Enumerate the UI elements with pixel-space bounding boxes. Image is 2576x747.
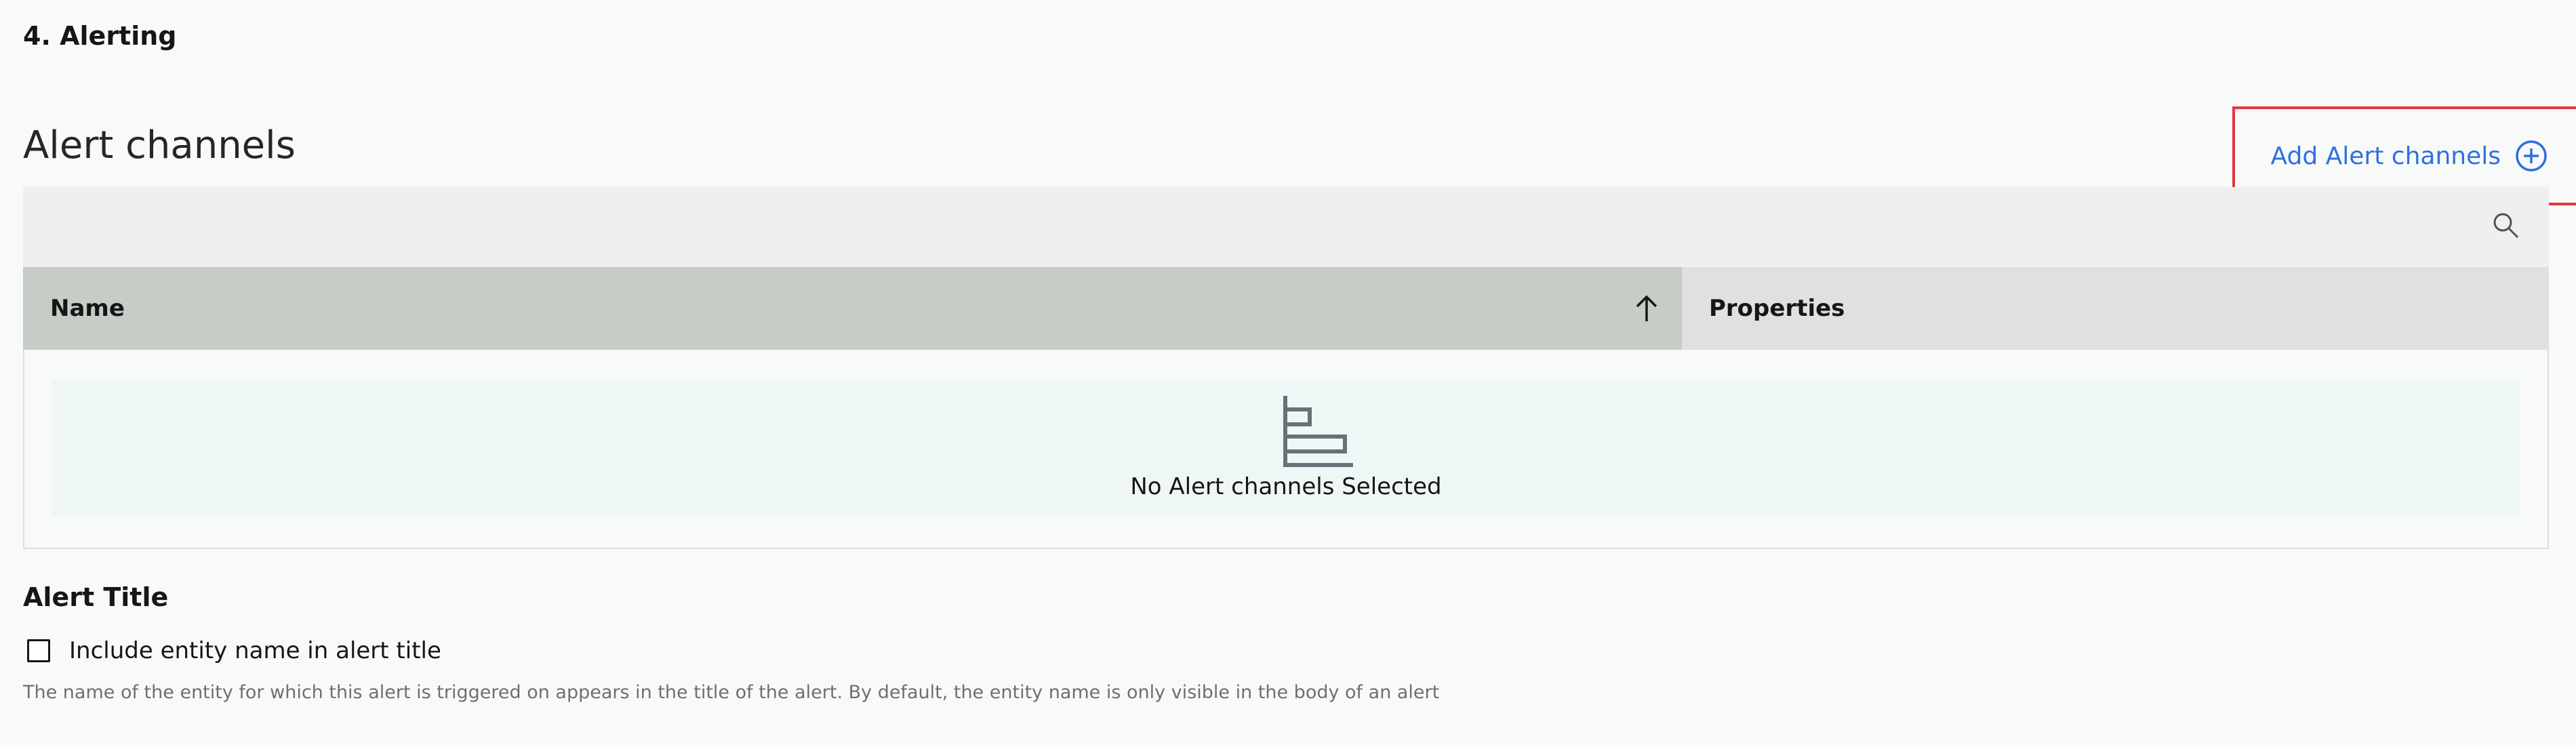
empty-state: No Alert channels Selected: [52, 381, 2520, 517]
alert-channels-heading: Alert channels: [23, 123, 296, 167]
empty-state-text: No Alert channels Selected: [1130, 473, 1442, 500]
column-header-name-label: Name: [50, 295, 125, 322]
include-entity-name-checkbox[interactable]: [27, 639, 50, 662]
add-circle-icon: [2516, 140, 2547, 171]
column-header-name[interactable]: Name: [23, 267, 1682, 350]
alert-title-helper-text: The name of the entity for which this al…: [23, 682, 1440, 703]
arrow-up-icon: [1636, 295, 1657, 321]
table-toolbar: [23, 187, 2549, 267]
section-title: 4. Alerting: [23, 21, 177, 51]
table-header: Name Properties: [23, 267, 2549, 350]
empty-list-icon: [1283, 396, 1353, 467]
include-entity-name-checkbox-row[interactable]: Include entity name in alert title: [27, 634, 441, 668]
alert-title-heading: Alert Title: [23, 582, 169, 612]
include-entity-name-label[interactable]: Include entity name in alert title: [69, 637, 441, 664]
search-icon[interactable]: [2491, 210, 2520, 240]
column-header-properties-label: Properties: [1709, 295, 1845, 322]
table-body: No Alert channels Selected: [23, 350, 2549, 549]
column-header-properties[interactable]: Properties: [1682, 267, 2549, 350]
add-alert-channels-label: Add Alert channels: [2270, 142, 2501, 170]
